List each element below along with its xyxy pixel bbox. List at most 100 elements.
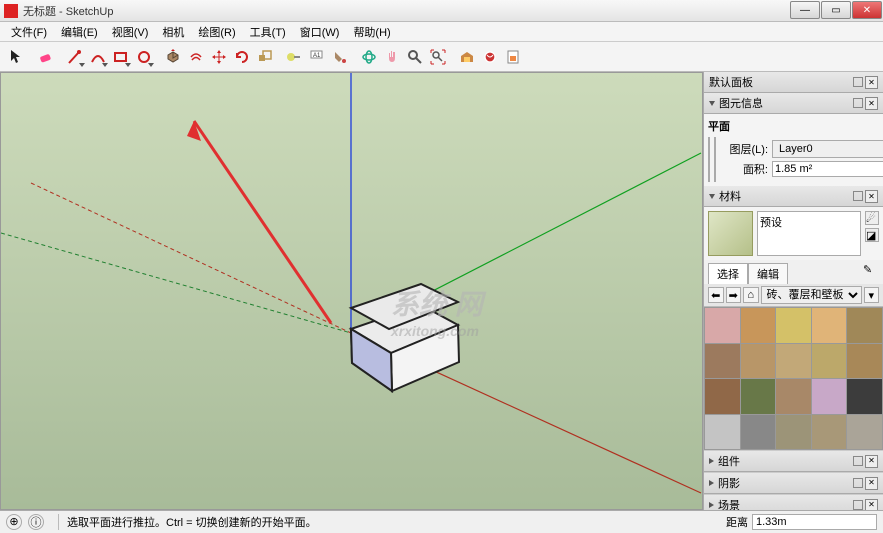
collapse-icon: [709, 194, 715, 199]
materials-tabs: 选择 编辑 ✎: [704, 260, 883, 284]
material-swatch[interactable]: [847, 415, 882, 450]
material-name[interactable]: 预设: [757, 211, 861, 256]
title-bar: 无标题 - SketchUp — ▭ ✕: [0, 0, 883, 22]
default-material-button[interactable]: ◪: [865, 228, 879, 242]
material-swatch[interactable]: [705, 379, 740, 414]
tray-pin-icon[interactable]: [853, 77, 863, 87]
forward-button[interactable]: ➡: [726, 287, 742, 303]
circle-tool[interactable]: [133, 46, 155, 68]
rectangle-tool[interactable]: [110, 46, 132, 68]
layer-select[interactable]: Layer0: [772, 140, 883, 158]
tab-edit[interactable]: 编辑: [748, 263, 788, 284]
menu-view[interactable]: 视图(V): [105, 22, 156, 42]
material-swatch[interactable]: [812, 415, 847, 450]
material-swatch[interactable]: [741, 379, 776, 414]
menu-draw[interactable]: 绘图(R): [191, 22, 242, 42]
eraser-tool[interactable]: [35, 46, 57, 68]
material-swatch[interactable]: [847, 344, 882, 379]
material-swatch[interactable]: [705, 308, 740, 343]
current-material-thumb[interactable]: [708, 211, 753, 256]
material-swatch[interactable]: [847, 379, 882, 414]
material-swatch[interactable]: [776, 344, 811, 379]
panel-close-button[interactable]: ✕: [865, 499, 878, 510]
sample-material-button[interactable]: ☄: [865, 211, 879, 225]
tape-tool[interactable]: [283, 46, 305, 68]
3d-viewport[interactable]: 系统 网 xrxitong.com: [0, 72, 703, 510]
panel-close-button[interactable]: ✕: [865, 455, 878, 468]
panel-shadows-header[interactable]: 阴影✕: [704, 472, 883, 494]
library-menu-button[interactable]: ▾: [864, 287, 880, 303]
extension-warehouse-tool[interactable]: [479, 46, 501, 68]
back-button[interactable]: ⬅: [708, 287, 724, 303]
material-category-select[interactable]: 砖、覆层和壁板: [761, 286, 862, 304]
home-button[interactable]: ⌂: [743, 287, 759, 303]
menu-camera[interactable]: 相机: [155, 22, 191, 42]
materials-toolbar: ⬅ ➡ ⌂ 砖、覆层和壁板 ▾: [704, 284, 883, 307]
paint-tool[interactable]: [329, 46, 351, 68]
panel-pin-icon[interactable]: [853, 456, 863, 466]
material-swatch[interactable]: [741, 415, 776, 450]
arc-tool[interactable]: [87, 46, 109, 68]
rotate-tool[interactable]: [231, 46, 253, 68]
collapse-icon: [709, 101, 715, 106]
material-swatch[interactable]: [741, 344, 776, 379]
material-swatch[interactable]: [705, 344, 740, 379]
materials-header[interactable]: 材料 ✕: [704, 186, 883, 207]
material-swatch[interactable]: [705, 415, 740, 450]
orbit-tool[interactable]: [358, 46, 380, 68]
minimize-button[interactable]: —: [790, 1, 820, 19]
menu-help[interactable]: 帮助(H): [346, 22, 397, 42]
face-front-thumb[interactable]: [708, 137, 710, 182]
window-title: 无标题 - SketchUp: [23, 3, 790, 19]
zoom-tool[interactable]: [404, 46, 426, 68]
scale-tool[interactable]: [254, 46, 276, 68]
pushpull-tool[interactable]: [162, 46, 184, 68]
panel-close-button[interactable]: ✕: [865, 477, 878, 490]
line-tool[interactable]: [64, 46, 86, 68]
layout-tool[interactable]: [502, 46, 524, 68]
material-swatch[interactable]: [776, 308, 811, 343]
panel-pin-icon[interactable]: [853, 478, 863, 488]
close-button[interactable]: ✕: [852, 1, 882, 19]
main-toolbar: A1: [0, 42, 883, 72]
material-swatch[interactable]: [812, 344, 847, 379]
select-tool[interactable]: [6, 46, 28, 68]
status-bar: ⊕ ⓘ 选取平面进行推拉。Ctrl = 切换创建新的开始平面。 距离: [0, 510, 883, 532]
move-tool[interactable]: [208, 46, 230, 68]
material-swatch[interactable]: [812, 308, 847, 343]
svg-text:A1: A1: [313, 53, 321, 59]
panel-pin-icon[interactable]: [853, 500, 863, 510]
panel-pin-icon[interactable]: [853, 98, 863, 108]
zoom-extents-tool[interactable]: [427, 46, 449, 68]
expand-icon: [709, 502, 714, 508]
panel-components-header[interactable]: 组件✕: [704, 450, 883, 472]
panel-pin-icon[interactable]: [853, 191, 863, 201]
material-swatch[interactable]: [741, 308, 776, 343]
menu-tools[interactable]: 工具(T): [243, 22, 293, 42]
offset-tool[interactable]: [185, 46, 207, 68]
menu-edit[interactable]: 编辑(E): [54, 22, 105, 42]
tray-close-button[interactable]: ✕: [865, 76, 878, 89]
measure-input[interactable]: [752, 514, 877, 530]
entity-info-header[interactable]: 图元信息 ✕: [704, 93, 883, 114]
maximize-button[interactable]: ▭: [821, 1, 851, 19]
credits-icon[interactable]: ⓘ: [28, 514, 44, 530]
entity-info-body: 平面 图层(L): Layer0 面积:: [704, 114, 883, 186]
face-back-thumb[interactable]: [714, 137, 716, 182]
menu-window[interactable]: 窗口(W): [293, 22, 347, 42]
material-swatch[interactable]: [776, 415, 811, 450]
warehouse-tool[interactable]: [456, 46, 478, 68]
geo-icon[interactable]: ⊕: [6, 514, 22, 530]
menu-file[interactable]: 文件(F): [4, 22, 54, 42]
panel-scenes-header[interactable]: 场景✕: [704, 494, 883, 510]
tab-select[interactable]: 选择: [708, 263, 748, 284]
panel-close-button[interactable]: ✕: [865, 190, 878, 203]
tray-header[interactable]: 默认面板 ✕: [704, 72, 883, 93]
panel-close-button[interactable]: ✕: [865, 97, 878, 110]
pan-tool[interactable]: [381, 46, 403, 68]
material-swatch[interactable]: [776, 379, 811, 414]
material-swatch[interactable]: [847, 308, 882, 343]
text-tool[interactable]: A1: [306, 46, 328, 68]
material-swatch[interactable]: [812, 379, 847, 414]
pencil-icon[interactable]: ✎: [863, 263, 879, 279]
